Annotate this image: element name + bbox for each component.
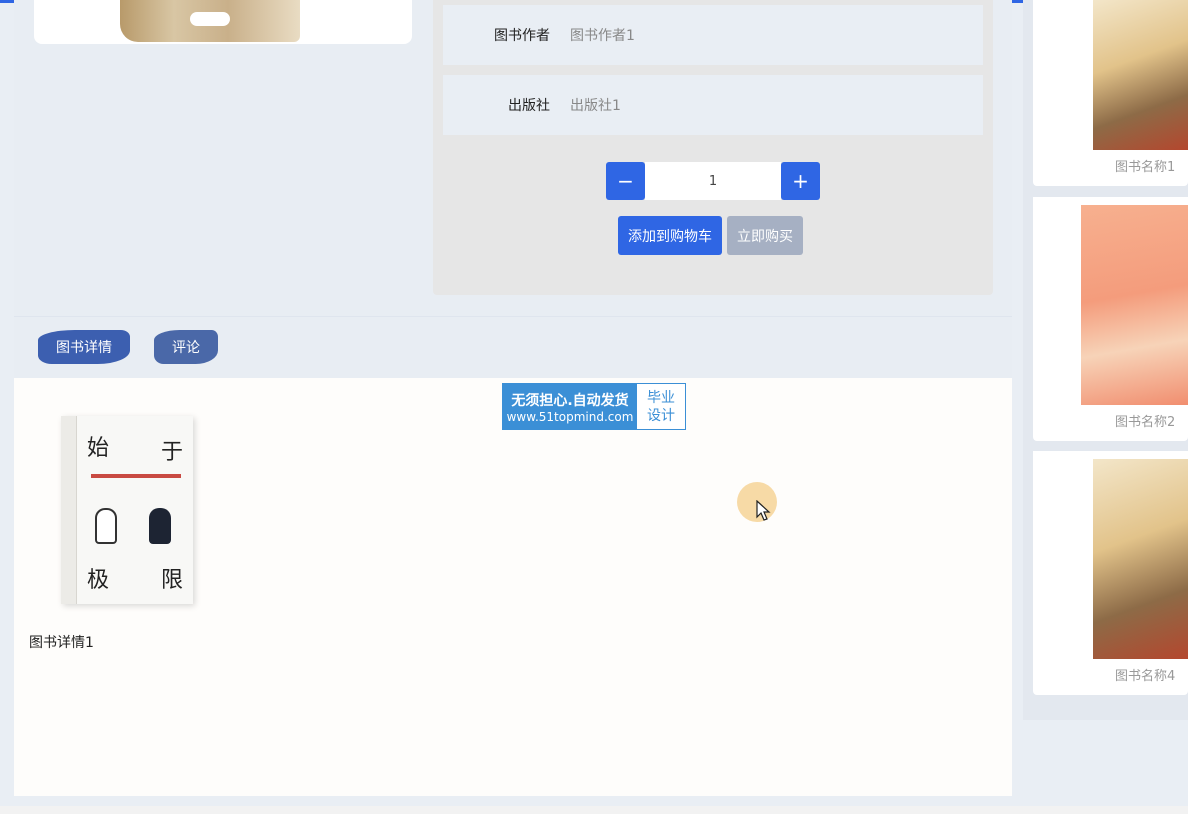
watermark-right1: 毕业 — [647, 389, 675, 406]
detail-tabs-bar: 图书详情 评论 — [14, 316, 1012, 378]
cover-char-3: 极 — [87, 568, 110, 593]
cover-subtitle-line — [91, 474, 181, 478]
book-cover-image — [120, 0, 300, 42]
fencer-left-figure — [95, 508, 117, 544]
recommended-book-card[interactable]: 图书名称2 — [1033, 197, 1188, 441]
tab-comments[interactable]: 评论 — [154, 330, 218, 364]
watermark-badge: 无须担心.自动发货 www.51topmind.com 毕业 设计 — [502, 383, 686, 430]
recommended-book-card[interactable]: 图书名称4 — [1033, 451, 1188, 695]
quantity-input[interactable]: 1 — [645, 162, 781, 200]
recommended-book-name: 图书名称2 — [1115, 415, 1176, 430]
tab-book-details[interactable]: 图书详情 — [38, 330, 130, 364]
buy-now-button[interactable]: 立即购买 — [727, 216, 803, 255]
cover-char-1: 始 — [87, 436, 110, 461]
author-row: 图书作者 图书作者1 — [443, 5, 983, 65]
increase-quantity-button[interactable]: + — [781, 162, 820, 200]
author-value: 图书作者1 — [570, 28, 635, 44]
add-to-cart-button[interactable]: 添加到购物车 — [618, 216, 722, 255]
detail-caption: 图书详情1 — [29, 635, 94, 651]
watermark-left: 无须担心.自动发货 www.51topmind.com — [503, 384, 637, 429]
page-bottom-strip — [0, 806, 1188, 814]
author-label: 图书作者 — [494, 28, 550, 44]
recommended-book-card[interactable]: 图书名称1 — [1033, 0, 1188, 186]
cover-char-2: 于 — [161, 440, 184, 465]
recommended-book-cover — [1081, 205, 1188, 405]
watermark-line1: 无须担心.自动发货 — [511, 392, 629, 409]
watermark-line2: www.51topmind.com — [506, 409, 634, 424]
recommended-book-cover — [1093, 459, 1188, 659]
fencer-right-figure — [149, 508, 171, 544]
publisher-value: 出版社1 — [570, 98, 621, 114]
publisher-label: 出版社 — [508, 98, 550, 114]
book-cover-card — [34, 0, 412, 44]
recommended-book-name: 图书名称1 — [1115, 160, 1176, 175]
cover-char-4: 限 — [161, 568, 184, 593]
detail-book-image: 始 于 极 限 — [61, 416, 193, 604]
publisher-row: 出版社 出版社1 — [443, 75, 983, 135]
quantity-stepper: − 1 + — [606, 162, 820, 200]
watermark-right: 毕业 设计 — [637, 384, 685, 429]
book-spine — [61, 416, 77, 604]
recommended-book-cover — [1093, 0, 1188, 150]
mouse-cursor-icon — [756, 500, 771, 521]
recommended-sidebar: 图书名称1 图书名称2 图书名称4 — [1023, 0, 1188, 720]
recommended-book-name: 图书名称4 — [1115, 669, 1176, 684]
watermark-right2: 设计 — [647, 407, 675, 424]
decrease-quantity-button[interactable]: − — [606, 162, 645, 200]
detail-content-area: 始 于 极 限 图书详情1 — [14, 378, 1012, 796]
